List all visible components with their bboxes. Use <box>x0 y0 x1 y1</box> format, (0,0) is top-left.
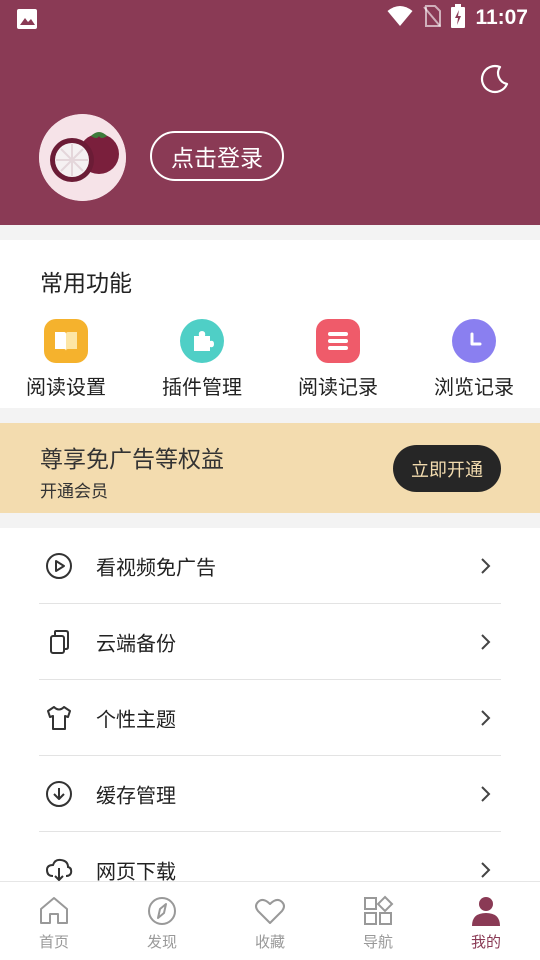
nav-favorites[interactable]: 收藏 <box>216 894 324 952</box>
compass-icon <box>148 897 176 925</box>
menu-item-cache[interactable]: 缓存管理 <box>0 756 540 832</box>
tshirt-icon <box>45 704 73 732</box>
list-icon <box>316 319 360 363</box>
chevron-right-icon <box>478 708 492 728</box>
func-label: 浏览记录 <box>434 375 514 399</box>
nav-label: 收藏 <box>254 933 285 951</box>
nav-label: 首页 <box>38 933 69 951</box>
avatar[interactable] <box>39 114 126 201</box>
nav-mine[interactable]: 我的 <box>432 894 540 952</box>
bottom-navigation: 首页 发现 收藏 导航 我的 <box>0 881 540 960</box>
nav-discover[interactable]: 发现 <box>108 894 216 952</box>
nav-navigation[interactable]: 导航 <box>324 894 432 952</box>
menu-item-cloud-backup[interactable]: 云端备份 <box>0 604 540 680</box>
heart-icon <box>255 898 285 924</box>
wifi-icon <box>387 5 413 31</box>
common-functions-title: 常用功能 <box>40 271 132 297</box>
battery-charging-icon <box>451 4 466 32</box>
nav-home[interactable]: 首页 <box>0 894 108 952</box>
home-icon <box>40 897 68 924</box>
download-circle-icon <box>45 780 73 808</box>
menu-item-label: 缓存管理 <box>96 783 176 808</box>
image-notification-icon <box>16 8 38 34</box>
reading-settings-item[interactable]: 阅读设置 <box>6 319 126 400</box>
no-sim-icon <box>423 5 442 31</box>
menu-item-label: 云端备份 <box>96 631 176 656</box>
chevron-right-icon <box>478 632 492 652</box>
menu-item-label: 看视频免广告 <box>96 555 216 580</box>
menu-item-watch-video[interactable]: 看视频免广告 <box>0 528 540 604</box>
chevron-right-icon <box>478 860 492 880</box>
chevron-right-icon <box>478 784 492 804</box>
plugin-management-item[interactable]: 插件管理 <box>142 319 262 400</box>
night-mode-icon[interactable] <box>480 64 510 98</box>
book-icon <box>44 319 88 363</box>
profile-header: 11:07 点击登录 <box>0 0 540 225</box>
login-button[interactable]: 点击登录 <box>150 131 284 181</box>
cloud-download-icon <box>45 856 73 884</box>
puzzle-icon <box>180 319 224 363</box>
nav-label: 发现 <box>146 933 177 951</box>
menu-item-label: 个性主题 <box>96 707 176 732</box>
menu-item-theme[interactable]: 个性主题 <box>0 680 540 756</box>
nav-label: 导航 <box>362 933 393 951</box>
func-label: 阅读设置 <box>26 375 106 399</box>
func-label: 插件管理 <box>162 375 242 399</box>
grid-icon <box>364 895 394 925</box>
func-label: 阅读记录 <box>298 375 378 399</box>
activate-vip-button[interactable]: 立即开通 <box>393 445 501 492</box>
status-time: 11:07 <box>475 6 528 29</box>
reading-history-item[interactable]: 阅读记录 <box>278 319 398 400</box>
vip-title: 尊享免广告等权益 <box>40 447 224 473</box>
clock-icon <box>452 319 496 363</box>
status-bar: 11:07 <box>0 0 540 36</box>
play-circle-icon <box>45 552 73 580</box>
nav-label: 我的 <box>470 933 501 951</box>
copy-icon <box>45 628 73 656</box>
person-icon <box>472 897 500 926</box>
chevron-right-icon <box>478 556 492 576</box>
vip-subtitle: 开通会员 <box>40 482 108 502</box>
menu-list: 看视频免广告 云端备份 个性主题 缓存管理 网页下载 <box>0 528 540 888</box>
browse-history-item[interactable]: 浏览记录 <box>414 319 534 400</box>
